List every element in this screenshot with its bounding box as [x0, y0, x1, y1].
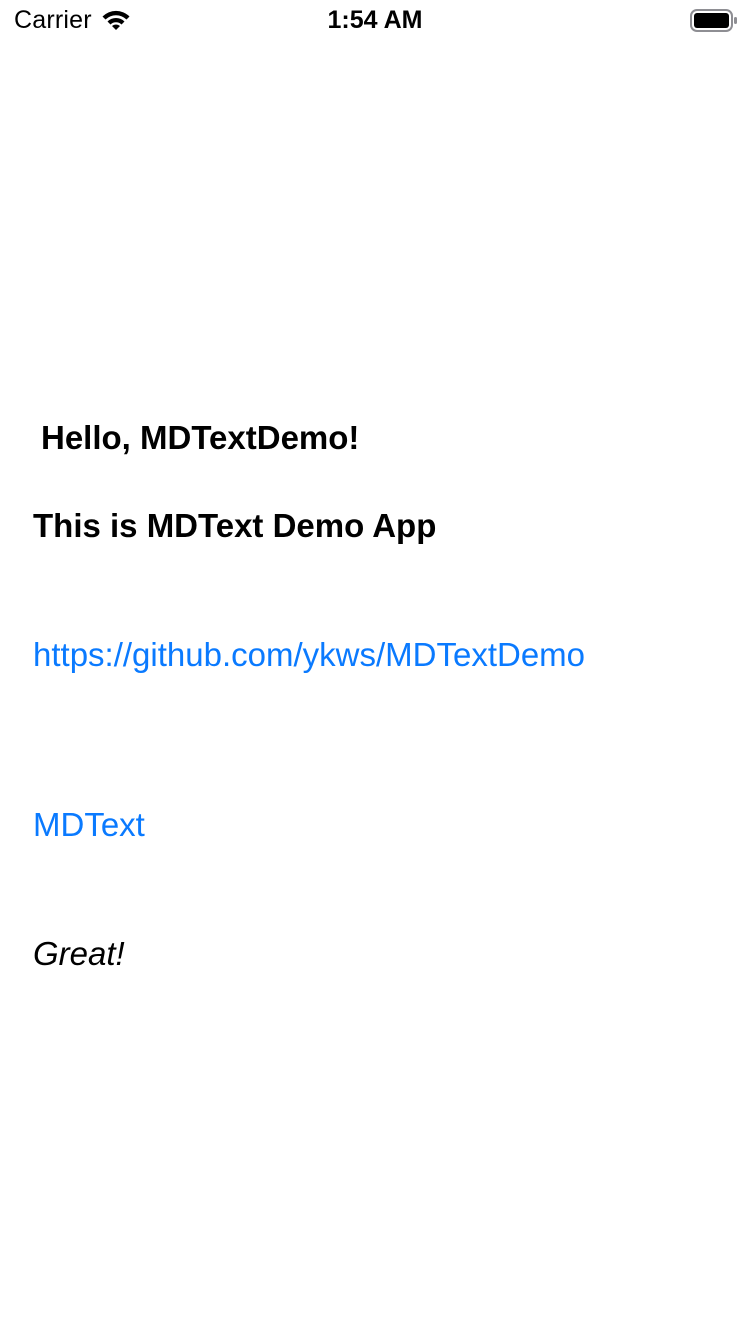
heading-demo-app: This is MDText Demo App: [33, 507, 437, 544]
italic-text-great: Great!: [33, 935, 125, 972]
mdtext-link[interactable]: MDText: [33, 805, 145, 845]
heading-hello: Hello, MDTextDemo!: [41, 419, 360, 456]
github-link[interactable]: https://github.com/ykws/MDTextDemo: [33, 635, 585, 675]
markdown-content: Hello, MDTextDemo! This is MDText Demo A…: [0, 0, 750, 1334]
